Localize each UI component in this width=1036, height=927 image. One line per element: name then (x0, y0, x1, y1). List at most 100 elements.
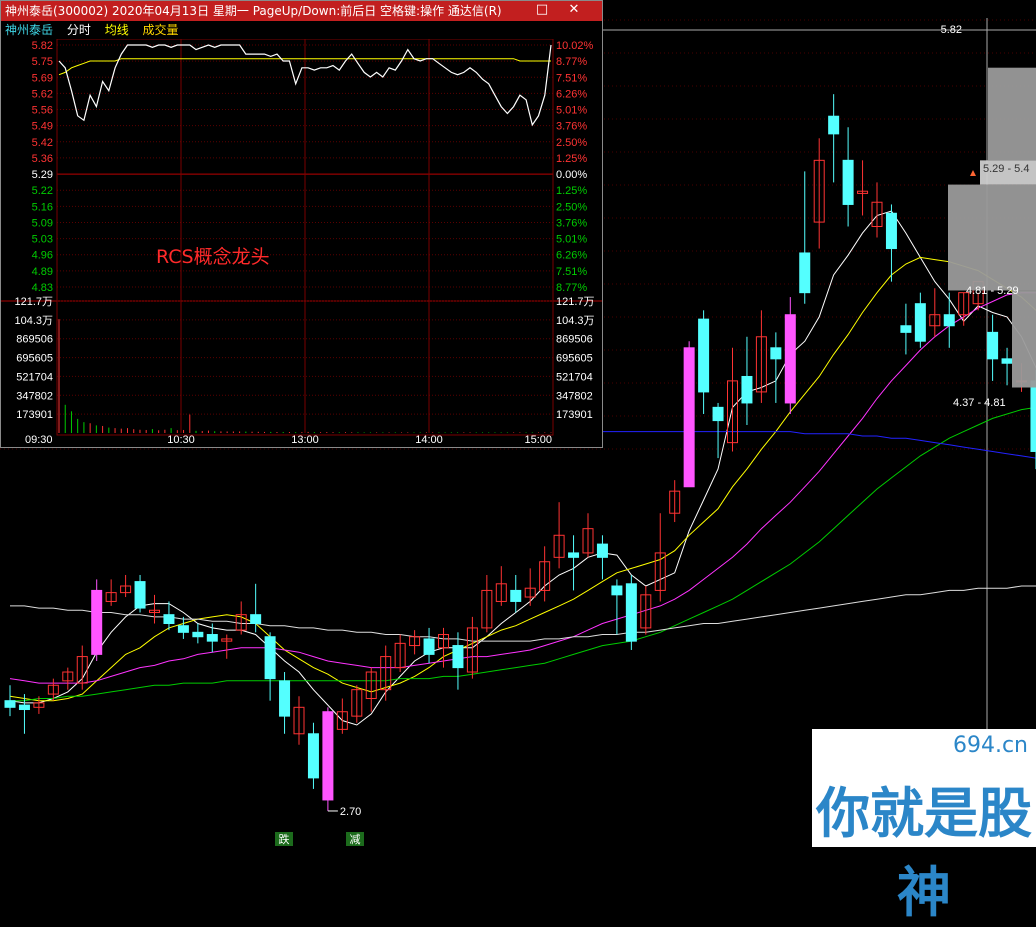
popup-title: 神州泰岳(300002) 2020年04月13日 星期一 PageUp/Down… (5, 4, 502, 18)
chip-distribution-bar (948, 184, 1036, 291)
candle-body (264, 636, 276, 680)
chip-distribution-bar (988, 67, 1036, 161)
price-tick-label: 4.83 (32, 282, 53, 294)
volume-tick-label: 521704 (16, 371, 53, 383)
price-tick-label: 5.82 (32, 40, 53, 52)
price-tick-label: 5.75 (32, 56, 53, 68)
volume-tick-label: 173901 (16, 409, 53, 421)
volume-tick-label-right: 347802 (556, 390, 593, 402)
candle-body (134, 581, 146, 609)
candle-body (698, 318, 710, 393)
candle-body (596, 543, 608, 558)
candle-body (163, 614, 175, 625)
candle-body (741, 375, 753, 404)
candle-body (784, 314, 796, 404)
candle-body (177, 625, 189, 633)
popup-title-bar[interactable]: 神州泰岳(300002) 2020年04月13日 星期一 PageUp/Down… (1, 1, 602, 21)
popup-tabs: 神州泰岳 分时 均线 成交量 (1, 21, 602, 39)
price-range-label: 4.81 - 5.29 (966, 285, 1019, 297)
candle-body (828, 115, 840, 135)
candle-body (4, 700, 16, 708)
pct-tick-label: 10.02% (556, 40, 594, 52)
candle-body (91, 589, 103, 655)
price-range-label: 5.82 (941, 24, 962, 36)
signal-badge: 跌 (279, 832, 290, 846)
candle-body (712, 406, 724, 422)
time-tick-label: 15:00 (524, 434, 552, 446)
candle-body (423, 638, 435, 655)
price-tick-label: 4.96 (32, 250, 53, 262)
price-tick-label: 5.42 (32, 137, 53, 149)
ma-line-ma120 (10, 585, 1036, 642)
pct-tick-label: 7.51% (556, 266, 587, 278)
pct-tick-label: 5.01% (556, 105, 587, 117)
annotation-label: RCS概念龙头 (156, 245, 270, 268)
price-tick-label: 5.49 (32, 121, 53, 133)
candle-body (885, 212, 897, 250)
volume-tick-label-right: 173901 (556, 409, 593, 421)
price-tick-label: 5.16 (32, 201, 53, 213)
tab-junxian[interactable]: 均线 (105, 23, 129, 37)
intraday-popup-window[interactable]: 神州泰岳(300002) 2020年04月13日 星期一 PageUp/Down… (0, 0, 603, 448)
candle-body (279, 680, 291, 717)
candle-body (683, 347, 695, 488)
pct-tick-label: 8.77% (556, 282, 587, 294)
time-tick-label: 13:00 (291, 434, 319, 446)
pct-tick-label: 7.51% (556, 72, 587, 84)
candle-body (250, 614, 262, 625)
candle-body (192, 631, 204, 638)
price-tick-label: 5.09 (32, 217, 53, 229)
pct-tick-label: 3.76% (556, 121, 587, 133)
pct-tick-label: 2.50% (556, 201, 587, 213)
up-arrow-icon (970, 170, 976, 176)
intraday-chart[interactable]: 5.82 10.02% 5.75 8.77% 5.69 7.51% 5.62 6.26% 5.5… (1, 39, 602, 447)
candle-body (510, 589, 522, 602)
price-range-label: 5.29 - 5.4 (983, 163, 1029, 175)
low-price-label: 2.70 (340, 806, 361, 818)
pct-tick-label: 1.25% (556, 185, 587, 197)
price-tick-label: 5.29 (32, 169, 53, 181)
time-tick-label: 10:30 (167, 434, 195, 446)
volume-tick-label-right: 521704 (556, 371, 593, 383)
volume-tick-label: 121.7万 (14, 296, 53, 308)
tab-fenshi[interactable]: 分时 (67, 23, 91, 37)
candle-body (611, 585, 623, 596)
volume-tick-label: 695605 (16, 353, 53, 365)
candle-body (770, 347, 782, 360)
volume-tick-label-right: 695605 (556, 353, 593, 365)
candle-body (987, 331, 999, 360)
candle-body (914, 303, 926, 342)
candle-body (568, 552, 580, 558)
watermark-site: 694.cn (952, 733, 1028, 758)
price-range-label: 4.37 - 4.81 (953, 397, 1006, 409)
candle-body (322, 711, 334, 801)
watermark-slogan: 你就是股神 (816, 782, 1032, 924)
candle-body (625, 583, 637, 642)
watermark: 694.cn 你就是股神 (812, 729, 1036, 924)
chip-distribution-bar (1012, 290, 1036, 388)
price-tick-label: 5.03 (32, 234, 53, 246)
volume-tick-label: 347802 (16, 390, 53, 402)
candle-body (799, 252, 811, 294)
candle-body (18, 704, 30, 711)
candle-body (900, 325, 912, 333)
pct-tick-label: 1.25% (556, 153, 587, 165)
close-icon[interactable]: ✕ (567, 3, 581, 17)
candle-body (307, 733, 319, 779)
volume-tick-label-right: 869506 (556, 334, 593, 346)
restore-icon[interactable]: □ (535, 3, 549, 17)
candle-body (1001, 358, 1013, 364)
signal-badge: 减 (350, 833, 361, 846)
volume-tick-label-right: 121.7万 (556, 296, 595, 308)
pct-tick-label: 6.26% (556, 250, 587, 262)
candle-body (452, 645, 464, 669)
time-tick-label: 14:00 (415, 434, 443, 446)
candle-body (1030, 380, 1036, 452)
price-tick-label: 5.22 (32, 185, 53, 197)
pct-tick-label: 6.26% (556, 88, 587, 100)
tab-volume[interactable]: 成交量 (143, 23, 179, 37)
price-tick-label: 5.56 (32, 105, 53, 117)
pct-tick-label: 8.77% (556, 56, 587, 68)
time-tick-label: 09:30 (25, 434, 53, 446)
pct-tick-label: 5.01% (556, 234, 587, 246)
